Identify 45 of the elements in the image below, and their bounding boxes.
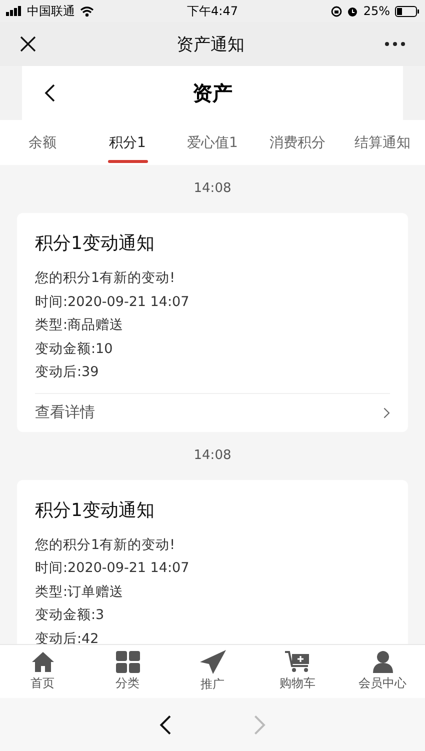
wifi-icon	[80, 6, 94, 16]
grid-icon	[116, 651, 140, 673]
nav-item[interactable]: 首页	[0, 645, 85, 698]
nav-item[interactable]: 购物车	[255, 645, 340, 698]
message-line: 时间:2020-09-21 14:07	[35, 559, 190, 578]
chevron-icon	[382, 406, 390, 418]
tab[interactable]: 余额	[0, 120, 85, 165]
message-line: 类型:商品赠送	[35, 316, 125, 335]
alarm-icon	[347, 6, 358, 16]
message-line: 您的积分1有新的变动!	[35, 269, 176, 288]
battery-icon	[394, 6, 419, 16]
status-time: 下午4:47	[187, 2, 238, 20]
signal-icon	[6, 6, 22, 16]
back-icon[interactable]	[159, 714, 172, 736]
header-title: 资产	[192, 80, 232, 106]
message-title: 积分1变动通知	[35, 498, 156, 522]
home-icon	[30, 651, 54, 673]
message-line: 变动后:39	[35, 363, 100, 382]
user-icon	[372, 651, 394, 673]
nav-item[interactable]: 推广	[170, 645, 255, 698]
carrier-name: 中国联通	[27, 2, 75, 20]
page-title: 资产通知	[176, 34, 244, 56]
message-time: 14:08	[194, 448, 232, 462]
message-line: 变动金额:3	[35, 606, 106, 625]
nav-item[interactable]: 分类	[85, 645, 170, 698]
tab[interactable]: 积分1	[85, 120, 170, 165]
nav-item[interactable]: 会员中心	[340, 645, 425, 698]
message-line: 变动金额:10	[35, 340, 114, 358]
message-title: 积分1变动通知	[35, 232, 156, 256]
back-icon[interactable]	[44, 83, 56, 103]
cart-icon	[284, 651, 310, 673]
message-line: 类型:订单赠送	[35, 582, 125, 602]
rotation-lock-icon	[331, 6, 342, 16]
message-line: 变动后:42	[35, 630, 100, 644]
paper-plane-icon	[200, 650, 226, 674]
message-line: 时间:2020-09-21 14:07	[35, 292, 190, 312]
tab[interactable]: 结算通知	[340, 120, 425, 165]
tab[interactable]: 爱心值1	[170, 120, 255, 165]
message-time: 14:08	[194, 181, 232, 196]
details-link[interactable]: 查看详情	[35, 392, 390, 432]
more-icon[interactable]	[385, 42, 405, 46]
tab[interactable]: 消费积分	[255, 120, 340, 165]
battery-percent: 25%	[363, 4, 390, 18]
close-icon[interactable]	[20, 36, 36, 52]
message-line: 您的积分1有新的变动!	[35, 536, 176, 554]
